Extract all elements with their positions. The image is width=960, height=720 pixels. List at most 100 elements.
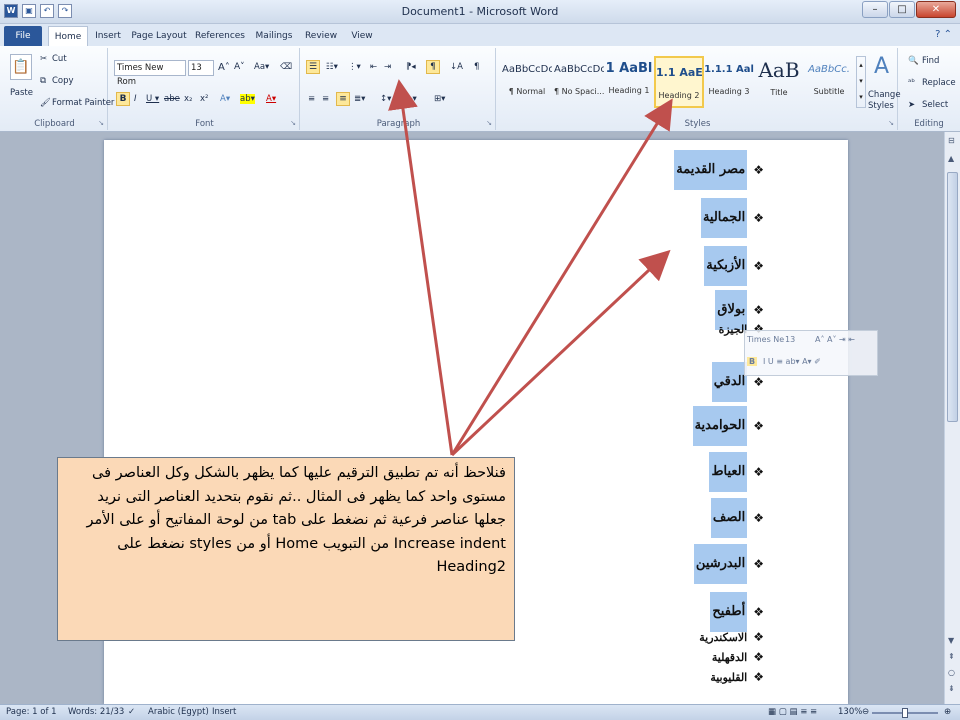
font-name-select[interactable]: Times New Rom	[114, 60, 186, 87]
increase-indent-icon[interactable]: ⇥	[384, 62, 391, 72]
tab-references[interactable]: References	[194, 26, 246, 46]
cut-icon[interactable]: ✂	[40, 54, 47, 64]
page-count[interactable]: Page: 1 of 1	[6, 707, 57, 717]
list-item[interactable]: العياط ❖	[709, 452, 764, 492]
scroll-down-icon[interactable]: ▼	[948, 636, 954, 645]
tab-review[interactable]: Review	[302, 26, 340, 46]
paste-button[interactable]: Paste	[10, 88, 33, 98]
copy-button[interactable]: Copy	[52, 76, 74, 86]
line-spacing-icon[interactable]: ↕▾	[380, 94, 391, 104]
browse-object-icon[interactable]: ○	[948, 668, 955, 677]
show-marks-icon[interactable]: ¶	[474, 62, 479, 72]
prev-page-icon[interactable]: ⇞	[948, 652, 955, 661]
style-title[interactable]: AaB Title	[754, 56, 804, 108]
language[interactable]: Arabic (Egypt)	[148, 707, 209, 717]
align-left-icon[interactable]: ≡	[308, 94, 315, 104]
mini-grow-font-icon[interactable]: A˄ A˅ ⇥ ⇤	[815, 335, 855, 344]
list-item[interactable]: الحوامدية ❖	[692, 406, 764, 446]
change-styles-icon[interactable]: A	[874, 54, 889, 79]
close-button[interactable]: ✕	[916, 1, 956, 18]
clipboard-launcher-icon[interactable]: ↘	[98, 119, 104, 127]
view-buttons-icon[interactable]: ▦ ▢ ▤ ≡ ≡	[768, 707, 817, 717]
change-styles-button[interactable]: Change Styles	[868, 90, 901, 112]
paste-icon[interactable]: 📋	[10, 54, 32, 80]
minimize-button[interactable]: –	[862, 1, 888, 18]
list-item[interactable]: الصف ❖	[710, 498, 764, 538]
next-page-icon[interactable]: ⇟	[948, 684, 955, 693]
strikethrough-icon[interactable]: abe	[164, 94, 180, 104]
font-size-select[interactable]: 13	[188, 60, 214, 76]
align-right-button[interactable]: ≡	[336, 92, 350, 106]
replace-icon[interactable]: ᵃᵇ	[908, 78, 915, 88]
bullets-button[interactable]: ☰	[306, 60, 320, 74]
mini-font-select[interactable]: Times Ne	[747, 335, 784, 344]
tab-file[interactable]: File	[4, 26, 42, 46]
style-heading-1[interactable]: 1 AaBl Heading 1	[604, 56, 654, 108]
mini-font-size-select[interactable]: 13	[785, 335, 795, 344]
align-center-icon[interactable]: ≡	[322, 94, 329, 104]
zoom-slider-thumb[interactable]	[902, 708, 908, 718]
find-button[interactable]: Find	[922, 56, 939, 66]
numbering-icon[interactable]: ☷▾	[326, 62, 338, 72]
tab-insert[interactable]: Insert	[92, 26, 124, 46]
zoom-level[interactable]: 130%	[838, 707, 862, 717]
scroll-thumb[interactable]	[947, 172, 958, 422]
format-painter-icon[interactable]: 🖌	[40, 98, 51, 108]
cut-button[interactable]: Cut	[52, 54, 67, 64]
ltr-direction-button[interactable]: ¶	[426, 60, 440, 74]
list-item[interactable]: القليوبية ❖	[710, 670, 764, 684]
paragraph-launcher-icon[interactable]: ↘	[486, 119, 492, 127]
find-icon[interactable]: 🔍	[908, 56, 919, 66]
font-launcher-icon[interactable]: ↘	[290, 119, 296, 127]
list-item[interactable]: الاسكندرية ❖	[699, 630, 764, 644]
select-button[interactable]: Select	[922, 100, 948, 110]
list-item[interactable]: الجمالية ❖	[700, 198, 764, 238]
mini-toolbar[interactable]: Times Ne 13 A˄ A˅ ⇥ ⇤ B I U ≡ ab▾ A▾ ✐	[744, 330, 878, 376]
tab-mailings[interactable]: Mailings	[252, 26, 296, 46]
insert-mode[interactable]: Insert	[212, 707, 236, 717]
justify-icon[interactable]: ≣▾	[354, 94, 365, 104]
help-icon[interactable]: ? ⌃	[935, 29, 952, 40]
bold-button[interactable]: B	[116, 92, 130, 106]
styles-launcher-icon[interactable]: ↘	[888, 119, 894, 127]
format-painter-button[interactable]: Format Painter	[52, 98, 114, 108]
maximize-button[interactable]: □	[889, 1, 915, 18]
highlight-icon[interactable]: ab▾	[240, 94, 255, 104]
scroll-up-icon[interactable]: ▲	[948, 154, 954, 163]
style-heading-2[interactable]: 1.1 AaE Heading 2	[654, 56, 704, 108]
style-heading-3[interactable]: 1.1.1 Aal Heading 3	[704, 56, 754, 108]
style-no-spacing[interactable]: AaBbCcDc ¶ No Spaci...	[554, 56, 604, 108]
font-color-icon[interactable]: A▾	[266, 94, 276, 104]
list-item[interactable]: أطفيح ❖	[710, 592, 764, 632]
tab-page-layout[interactable]: Page Layout	[130, 26, 188, 46]
replace-button[interactable]: Replace	[922, 78, 956, 88]
ruler-toggle-icon[interactable]: ⊟	[948, 136, 955, 145]
change-case-icon[interactable]: Aa▾	[254, 62, 269, 72]
multilevel-list-icon[interactable]: ⋮▾	[348, 62, 361, 72]
vertical-scrollbar[interactable]: ⊟ ▲ ▼ ⇞ ○ ⇟	[944, 132, 960, 704]
decrease-indent-icon[interactable]: ⇤	[370, 62, 377, 72]
select-icon[interactable]: ➤	[908, 100, 915, 110]
copy-icon[interactable]: ⧉	[40, 76, 46, 86]
styles-scroll[interactable]: ▴ ▾ ▾	[856, 56, 866, 108]
list-item[interactable]: الدقهلية ❖	[712, 650, 764, 664]
list-item[interactable]: البدرشين ❖	[693, 544, 764, 584]
style-normal[interactable]: AaBbCcDc ¶ Normal	[502, 56, 552, 108]
tab-home[interactable]: Home	[48, 26, 88, 46]
superscript-icon[interactable]: x²	[200, 94, 208, 104]
clear-format-icon[interactable]: ⌫	[280, 62, 292, 72]
zoom-out-icon[interactable]: ⊖	[862, 707, 869, 717]
style-subtitle[interactable]: AaBbCc. Subtitle	[804, 56, 854, 108]
mini-bold-icon[interactable]: B	[747, 357, 758, 366]
italic-icon[interactable]: I	[134, 94, 137, 104]
word-count[interactable]: Words: 21/33	[68, 707, 124, 717]
subscript-icon[interactable]: x₂	[184, 94, 192, 104]
list-item[interactable]: مصر القديمة ❖	[674, 150, 764, 190]
rtl-direction-icon[interactable]: ⁋◂	[406, 62, 416, 72]
proofing-icon[interactable]: ✓	[128, 707, 135, 717]
tab-view[interactable]: View	[346, 26, 378, 46]
list-item[interactable]: الأزبكية ❖	[704, 246, 764, 286]
sort-icon[interactable]: ↓A	[450, 62, 463, 72]
zoom-in-icon[interactable]: ⊕	[944, 707, 951, 717]
shading-icon[interactable]: ◈▾	[406, 94, 417, 104]
